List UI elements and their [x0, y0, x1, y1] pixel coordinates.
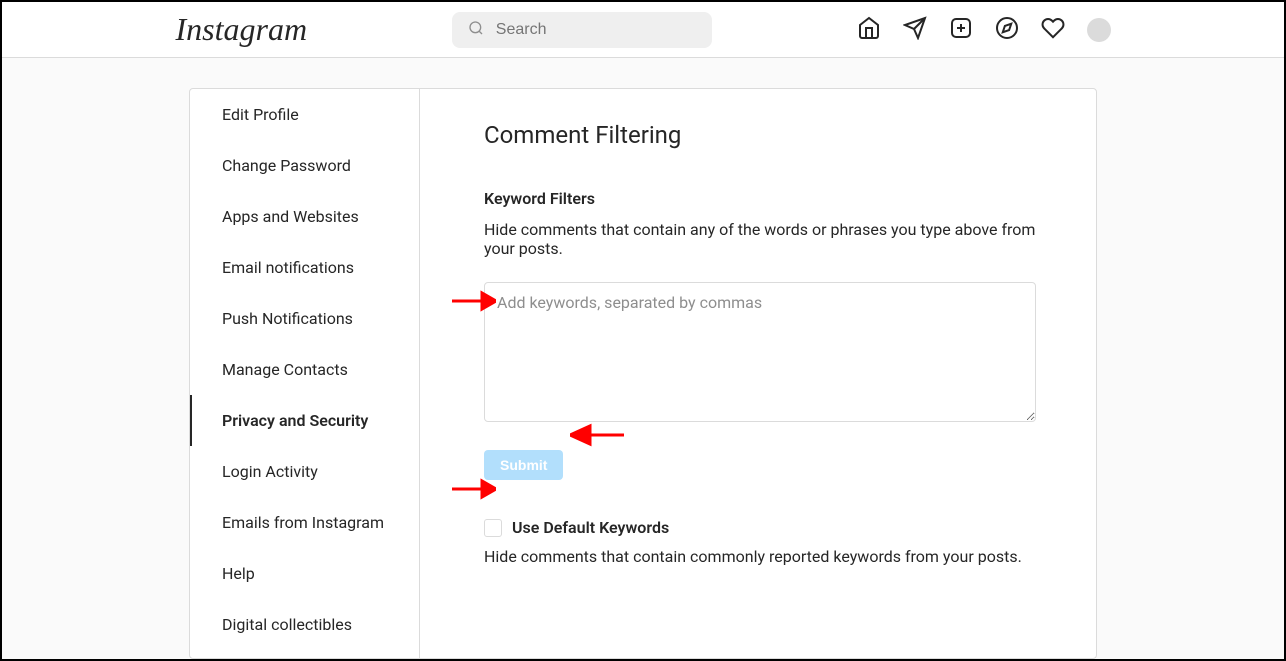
sidebar-item-push-notifications[interactable]: Push Notifications — [190, 293, 419, 344]
activity-icon[interactable] — [1041, 16, 1065, 44]
sidebar-item-login-activity[interactable]: Login Activity — [190, 446, 419, 497]
new-post-icon[interactable] — [949, 16, 973, 44]
sidebar-item-email-notifications[interactable]: Email notifications — [190, 242, 419, 293]
default-keywords-label: Use Default Keywords — [512, 518, 669, 537]
submit-button[interactable]: Submit — [484, 450, 563, 480]
search-icon — [468, 20, 484, 40]
messenger-icon[interactable] — [903, 16, 927, 44]
home-icon[interactable] — [857, 16, 881, 44]
sidebar-item-edit-profile[interactable]: Edit Profile — [190, 89, 419, 140]
keyword-filters-label: Keyword Filters — [484, 189, 1036, 208]
default-keywords-description: Hide comments that contain commonly repo… — [484, 547, 1036, 566]
keyword-filters-description: Hide comments that contain any of the wo… — [484, 220, 1036, 258]
sidebar-item-manage-contacts[interactable]: Manage Contacts — [190, 344, 419, 395]
header-inner: Instagram — [156, 11, 1131, 48]
header: Instagram — [2, 2, 1284, 58]
sidebar-item-change-password[interactable]: Change Password — [190, 140, 419, 191]
settings-container: Edit Profile Change Password Apps and We… — [189, 88, 1097, 659]
sidebar: Edit Profile Change Password Apps and We… — [190, 89, 420, 658]
default-keywords-checkbox[interactable] — [484, 519, 502, 537]
sidebar-item-digital-collectibles[interactable]: Digital collectibles — [190, 599, 419, 650]
default-keywords-row: Use Default Keywords — [484, 518, 1036, 537]
sidebar-item-apps-websites[interactable]: Apps and Websites — [190, 191, 419, 242]
sidebar-item-emails-instagram[interactable]: Emails from Instagram — [190, 497, 419, 548]
main-content: Comment Filtering Keyword Filters Hide c… — [420, 89, 1096, 658]
sidebar-item-privacy-security[interactable]: Privacy and Security — [190, 395, 419, 446]
keywords-textarea[interactable] — [484, 282, 1036, 422]
sidebar-item-help[interactable]: Help — [190, 548, 419, 599]
nav-icons — [857, 16, 1111, 44]
explore-icon[interactable] — [995, 16, 1019, 44]
page-title: Comment Filtering — [484, 121, 1036, 149]
avatar[interactable] — [1087, 18, 1111, 42]
search-container[interactable] — [452, 12, 712, 48]
content-wrapper: Edit Profile Change Password Apps and We… — [2, 58, 1284, 659]
search-input[interactable] — [496, 21, 696, 39]
logo[interactable]: Instagram — [176, 11, 308, 48]
